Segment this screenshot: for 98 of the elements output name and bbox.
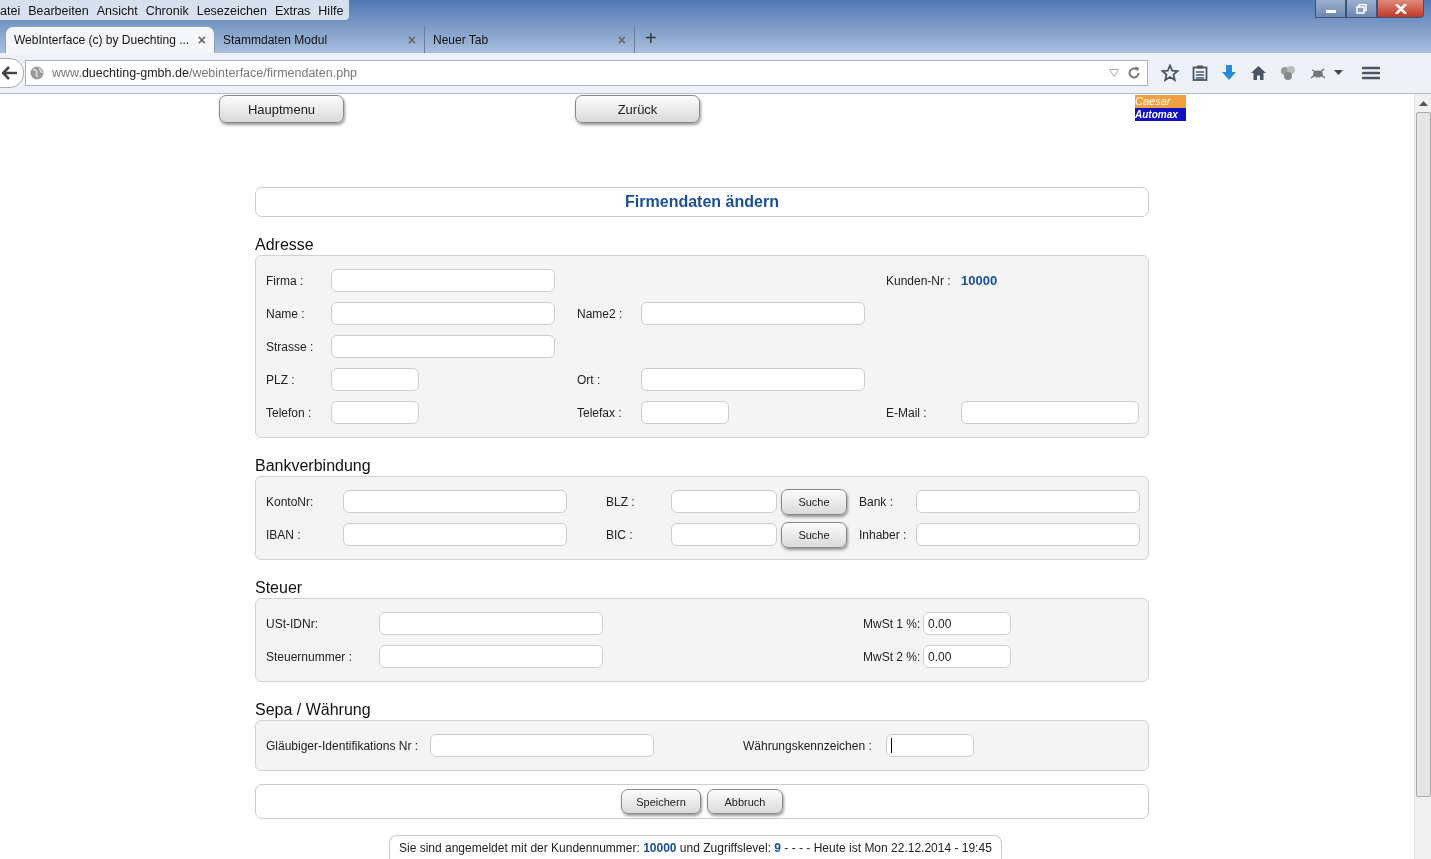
field-label: MwSt 1 %: — [863, 616, 922, 631]
section-heading: Steuer — [255, 578, 304, 598]
field-value: 0.00 — [928, 649, 952, 664]
field-label: Telefax : — [577, 405, 623, 420]
field-label: Name2 : — [577, 306, 624, 321]
bug-icon[interactable] — [1309, 66, 1327, 80]
back-arrow-icon — [2, 66, 18, 80]
field-label: MwSt 2 %: — [863, 649, 922, 664]
input-field[interactable] — [641, 368, 865, 391]
input-field[interactable] — [671, 490, 777, 513]
tab-title: Neuer Tab — [433, 32, 489, 47]
tab-close-button[interactable]: × — [197, 32, 206, 48]
field-label: Währungskennzeichen : — [743, 738, 873, 753]
input-field[interactable]: 0.00 — [923, 612, 1011, 635]
home-icon[interactable] — [1250, 65, 1267, 81]
field-label: USt-IDNr: — [266, 616, 319, 631]
field-label: Strasse : — [266, 339, 315, 354]
field-label: PLZ : — [266, 372, 296, 387]
save-button[interactable]: Speichern — [621, 789, 701, 814]
field-label: Name : — [266, 306, 306, 321]
address-bar[interactable]: www.duechting-gmbh.de/webinterface/firmendaten.php — [25, 60, 1148, 86]
new-tab-button[interactable]: + — [635, 27, 667, 53]
restore-button[interactable] — [1346, 0, 1377, 18]
logo-bottom-text: Automax — [1135, 108, 1186, 121]
field-label: BLZ : — [606, 494, 636, 509]
field-label: Firma : — [266, 273, 305, 288]
menu-item[interactable]: Extras — [274, 3, 311, 18]
section-heading: Sepa / Währung — [255, 700, 372, 720]
tab-title: WebInterface (c) by Duechting ... — [14, 33, 190, 47]
star-icon[interactable] — [1161, 64, 1179, 82]
browser-tab[interactable]: WebInterface (c) by Duechting ... × — [5, 26, 215, 53]
input-field[interactable] — [379, 645, 603, 668]
input-field[interactable] — [916, 490, 1140, 513]
search-button[interactable]: Suche — [781, 521, 847, 548]
field-label: Steuernummer : — [266, 649, 354, 664]
menu-item[interactable]: Lesezeichen — [196, 3, 267, 18]
menu-item[interactable]: atei — [0, 3, 21, 18]
globe-icon — [30, 66, 44, 80]
input-field[interactable] — [331, 368, 419, 391]
section-heading: Adresse — [255, 235, 315, 255]
circles-icon[interactable] — [1280, 65, 1296, 81]
input-field[interactable] — [343, 523, 567, 546]
menu-item[interactable]: Hilfe — [318, 3, 344, 18]
dropdown-icon[interactable] — [1109, 69, 1119, 77]
input-field[interactable] — [331, 401, 419, 424]
input-field[interactable] — [379, 612, 603, 635]
field-label: Kunden-Nr : — [886, 273, 952, 288]
input-field[interactable] — [331, 335, 555, 358]
close-icon — [1393, 3, 1408, 14]
logo-top-text: Caesar — [1135, 95, 1186, 108]
input-field[interactable]: 0.00 — [923, 645, 1011, 668]
field-label: Ort : — [577, 372, 602, 387]
field-label: Bank : — [859, 494, 895, 509]
caret-icon[interactable] — [1334, 70, 1343, 76]
input-field[interactable] — [331, 302, 555, 325]
input-field[interactable] — [961, 401, 1139, 424]
menu-item[interactable]: Chronik — [145, 3, 189, 18]
input-field[interactable] — [641, 401, 729, 424]
status-text: Sie sind angemeldet mit der Kundennummer: 10000 und Zugriffslevel: 9 - - - - Heute ist Mon 22.12.2014 - 19:45 — [389, 835, 1002, 859]
field-label: Telefon : — [266, 405, 313, 420]
back-page-button[interactable]: Zurück — [575, 95, 700, 123]
field-label: IBAN : — [266, 527, 302, 542]
field-value: 0.00 — [928, 616, 952, 631]
cancel-button[interactable]: Abbruch — [707, 789, 783, 814]
download-icon[interactable] — [1221, 65, 1237, 81]
minimize-icon — [1325, 10, 1336, 13]
input-field[interactable] — [886, 734, 974, 757]
menu-icon[interactable] — [1362, 66, 1380, 80]
input-field[interactable] — [671, 523, 777, 546]
field-label: KontoNr: — [266, 494, 315, 509]
back-button[interactable] — [0, 58, 24, 88]
field-label: Gläubiger-Identifikations Nr : — [266, 738, 420, 753]
input-field[interactable] — [916, 523, 1140, 546]
field-label: Inhaber : — [859, 527, 908, 542]
input-field[interactable] — [331, 269, 555, 292]
scroll-up-arrow-icon[interactable] — [1418, 100, 1428, 106]
input-field[interactable] — [430, 734, 654, 757]
input-field[interactable] — [343, 490, 567, 513]
scrollbar[interactable] — [1414, 94, 1431, 859]
close-button[interactable] — [1377, 0, 1424, 18]
tab-title: Stammdaten Modul — [223, 32, 328, 47]
scrollbar-thumb[interactable] — [1415, 112, 1431, 797]
reading-list-icon[interactable] — [1192, 65, 1208, 81]
text-cursor — [891, 738, 892, 753]
input-field[interactable] — [641, 302, 865, 325]
menu-item[interactable]: Ansicht — [96, 3, 138, 18]
minimize-button[interactable] — [1315, 0, 1346, 18]
section-heading: Bankverbindung — [255, 456, 372, 476]
search-button[interactable]: Suche — [781, 488, 847, 515]
main-menu-button[interactable]: Hauptmenu — [219, 95, 344, 123]
url-text: www.duechting-gmbh.de/webinterface/firmendaten.php — [52, 66, 358, 80]
customer-number: 10000 — [961, 273, 998, 288]
field-label: E-Mail : — [886, 405, 928, 420]
restore-icon — [1355, 3, 1368, 14]
reload-icon[interactable] — [1127, 66, 1141, 80]
field-label: BIC : — [606, 527, 634, 542]
menu-item[interactable]: Bearbeiten — [28, 3, 89, 18]
form-title: Firmendaten ändern — [625, 193, 779, 211]
